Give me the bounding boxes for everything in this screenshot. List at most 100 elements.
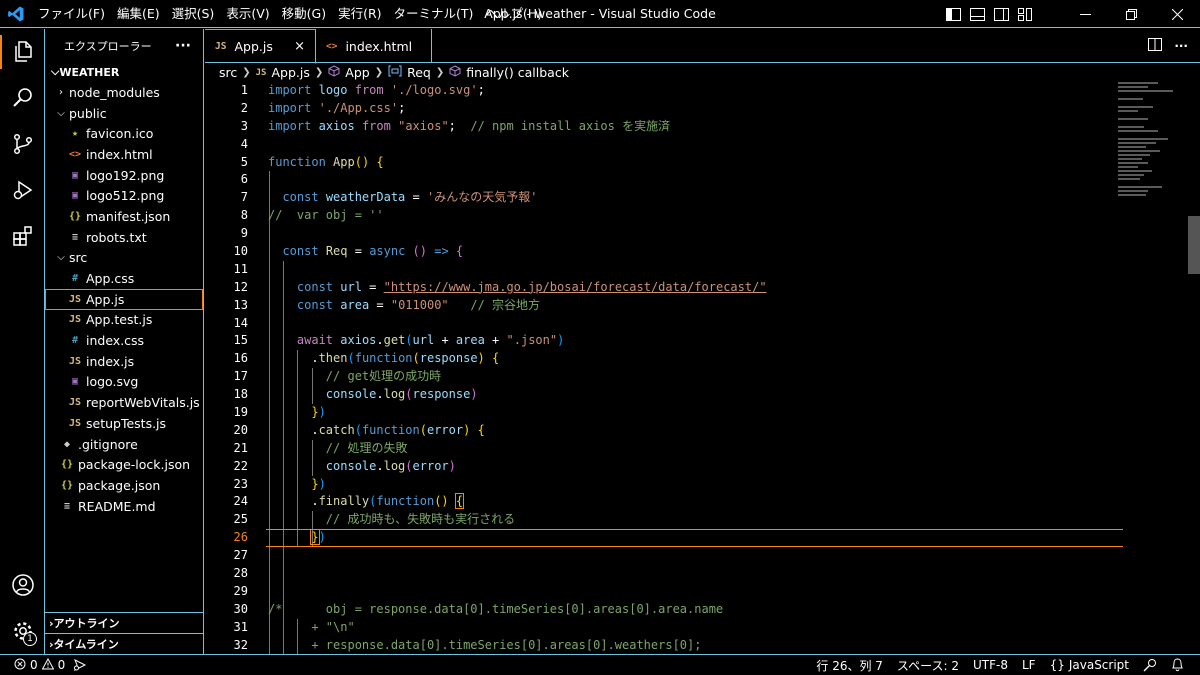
code-line[interactable]: import './App.css';: [268, 100, 1118, 118]
cursor-position[interactable]: 行 26、列 7: [816, 657, 883, 674]
tab-index-html[interactable]: <> index.html: [316, 29, 432, 63]
code-line[interactable]: const area = "011000" // 宗谷地方: [268, 297, 1118, 315]
code-line[interactable]: /* obj = response.data[0].timeSeries[0].…: [268, 601, 1118, 619]
breadcrumb-src[interactable]: src: [219, 65, 237, 80]
encoding[interactable]: UTF-8: [973, 658, 1008, 672]
split-editor-icon[interactable]: [1148, 38, 1163, 54]
menu-item-4[interactable]: 移動(G): [276, 0, 332, 28]
code-line[interactable]: [268, 547, 1118, 565]
menu-item-6[interactable]: ターミナル(T): [388, 0, 480, 28]
minimap[interactable]: [1116, 82, 1186, 202]
tab-app-js[interactable]: JS App.js ×: [205, 29, 316, 64]
breadcrumb-app[interactable]: App: [345, 65, 369, 80]
code-editor[interactable]: 1 2 3 4 5 6 7 8 9 10 11 12 13 14 15 16 17 18 19 20 21 22 23 24 2…: [205, 82, 1200, 654]
account-icon[interactable]: [0, 562, 45, 608]
breadcrumb-req[interactable]: Req: [407, 65, 431, 80]
tree-file[interactable]: {} manifest.json: [45, 206, 203, 227]
code-line[interactable]: import axios from "axios"; // npm instal…: [268, 118, 1118, 136]
tree-file[interactable]: ▣ logo192.png: [45, 165, 203, 186]
code-line[interactable]: const weatherData = 'みんなの天気予報': [268, 189, 1118, 207]
tree-file[interactable]: JS App.test.js: [45, 310, 203, 331]
timeline-section[interactable]: › タイムライン: [45, 633, 203, 654]
tree-file[interactable]: JS setupTests.js: [45, 413, 203, 434]
code-line[interactable]: [268, 565, 1118, 583]
live-share-icon[interactable]: [73, 659, 87, 671]
code-line[interactable]: [268, 583, 1118, 601]
toggle-secondary-sidebar-icon[interactable]: [992, 5, 1010, 23]
menu-item-1[interactable]: 編集(E): [111, 0, 166, 28]
search-icon[interactable]: [0, 75, 45, 121]
menu-item-0[interactable]: ファイル(F): [32, 0, 111, 28]
code-line[interactable]: }): [268, 476, 1118, 494]
menu-item-7[interactable]: ヘルプ(H): [479, 0, 548, 28]
code-line[interactable]: const url = "https://www.jma.go.jp/bosai…: [268, 279, 1118, 297]
code-lines[interactable]: import logo from './logo.svg'; import './…: [266, 82, 1123, 654]
problems-indicator[interactable]: 0 0: [14, 657, 65, 673]
code-line[interactable]: .finally(function() {: [268, 493, 1118, 511]
minimize-icon[interactable]: [1062, 0, 1108, 28]
code-line[interactable]: console.log(response): [268, 386, 1118, 404]
explorer-root-folder[interactable]: ⌵ WEATHER: [45, 62, 203, 82]
toggle-primary-sidebar-icon[interactable]: [944, 5, 962, 23]
tree-file[interactable]: JS App.js: [45, 288, 203, 310]
code-line[interactable]: [268, 315, 1118, 333]
tree-file[interactable]: {} package-lock.json: [45, 454, 203, 475]
vertical-scrollbar[interactable]: [1188, 216, 1200, 274]
code-line[interactable]: [268, 136, 1118, 154]
code-line[interactable]: + "\n": [268, 619, 1118, 637]
menu-item-2[interactable]: 選択(S): [166, 0, 221, 28]
tree-file[interactable]: ≡ robots.txt: [45, 227, 203, 248]
code-line[interactable]: }): [268, 404, 1118, 422]
language-mode[interactable]: {} JavaScript: [1050, 658, 1129, 672]
code-line[interactable]: import logo from './logo.svg';: [268, 82, 1118, 100]
tree-folder[interactable]: ⌵ public: [45, 103, 203, 124]
code-line[interactable]: console.log(error): [268, 458, 1118, 476]
gear-icon[interactable]: 1: [0, 608, 45, 654]
code-line[interactable]: .catch(function(error) {: [268, 422, 1118, 440]
code-line[interactable]: [268, 261, 1118, 279]
more-actions-icon[interactable]: ···: [175, 38, 191, 54]
tree-file[interactable]: ≡ README.md: [45, 496, 203, 517]
breadcrumb-file[interactable]: App.js: [271, 65, 309, 80]
tree-folder[interactable]: ⌵ src: [45, 248, 203, 269]
files-icon[interactable]: [0, 29, 45, 75]
customize-layout-icon[interactable]: [1016, 5, 1034, 23]
tree-file[interactable]: ▣ logo.svg: [45, 372, 203, 393]
end-of-line[interactable]: LF: [1022, 658, 1036, 672]
tree-file[interactable]: # index.css: [45, 330, 203, 351]
code-line[interactable]: // 処理の失敗: [268, 440, 1118, 458]
more-actions-icon[interactable]: ···: [1174, 39, 1188, 53]
code-line[interactable]: + response.data[0].timeSeries[0].areas[0…: [268, 637, 1118, 654]
tree-file[interactable]: {} package.json: [45, 475, 203, 496]
menu-item-3[interactable]: 表示(V): [220, 0, 275, 28]
code-line[interactable]: [268, 171, 1118, 189]
tree-file[interactable]: ◆ .gitignore: [45, 434, 203, 455]
code-line[interactable]: // 成功時も、失敗時も実行される: [268, 511, 1118, 529]
tree-file[interactable]: ▣ logo512.png: [45, 185, 203, 206]
code-line[interactable]: [268, 225, 1118, 243]
extensions-icon[interactable]: [0, 213, 45, 259]
close-window-icon[interactable]: [1154, 0, 1200, 28]
code-line[interactable]: // var obj = '': [268, 207, 1118, 225]
tree-file[interactable]: JS reportWebVitals.js: [45, 392, 203, 413]
tree-folder[interactable]: › node_modules: [45, 82, 203, 103]
feedback-icon[interactable]: [1143, 658, 1157, 672]
code-line[interactable]: const Req = async () => {: [268, 243, 1118, 261]
code-line[interactable]: }): [266, 529, 1123, 548]
menu-item-5[interactable]: 実行(R): [332, 0, 387, 28]
run-debug-icon[interactable]: [0, 167, 45, 213]
close-icon[interactable]: ×: [294, 39, 305, 54]
code-line[interactable]: function App() {: [268, 154, 1118, 172]
bell-icon[interactable]: [1171, 658, 1184, 672]
tree-file[interactable]: JS index.js: [45, 351, 203, 372]
code-line[interactable]: .then(function(response) {: [268, 350, 1118, 368]
tree-file[interactable]: <> index.html: [45, 144, 203, 165]
tree-file[interactable]: # App.css: [45, 268, 203, 289]
breadcrumb-callback[interactable]: finally() callback: [466, 65, 569, 80]
restore-icon[interactable]: [1108, 0, 1154, 28]
outline-section[interactable]: › アウトライン: [45, 612, 203, 633]
source-control-icon[interactable]: [0, 121, 45, 167]
toggle-panel-icon[interactable]: [968, 5, 986, 23]
tree-file[interactable]: ★ favicon.ico: [45, 123, 203, 144]
code-line[interactable]: // get処理の成功時: [268, 368, 1118, 386]
